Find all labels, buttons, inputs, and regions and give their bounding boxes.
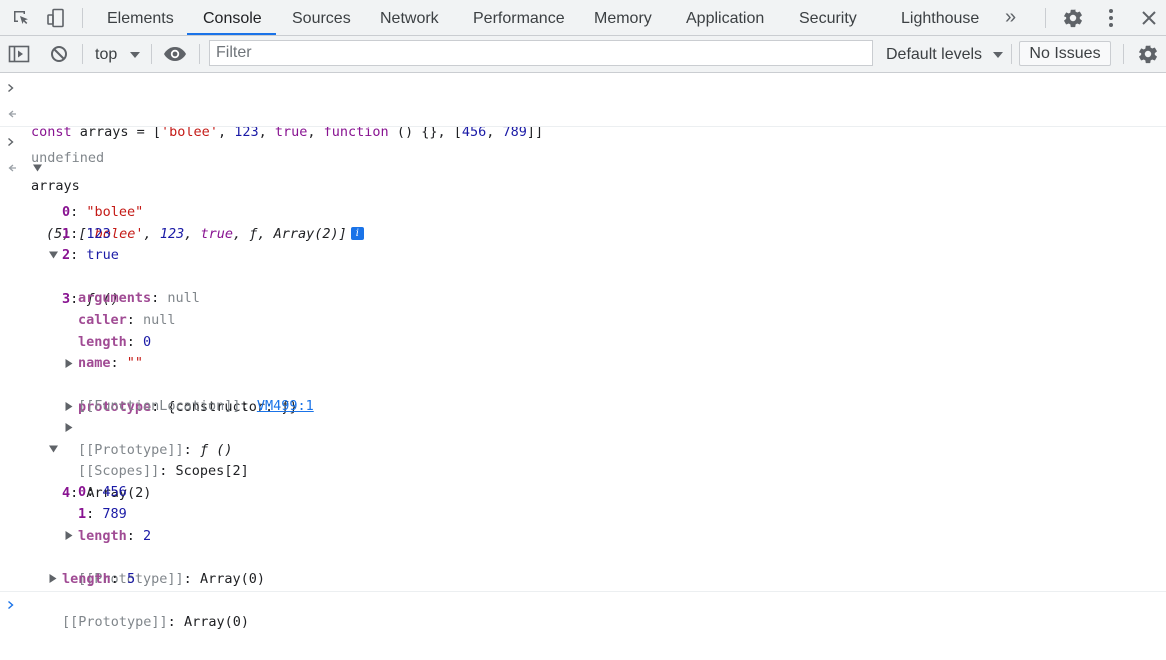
console-result-line: undefined bbox=[0, 103, 1166, 166]
tab-network[interactable]: Network bbox=[380, 0, 439, 35]
subarray-length: length: 2 bbox=[78, 528, 152, 544]
toolbar-separator-2 bbox=[151, 44, 152, 64]
filter-input[interactable] bbox=[209, 40, 873, 66]
tab-separator-right bbox=[1045, 8, 1046, 28]
prompt-chevron-icon bbox=[7, 77, 23, 99]
log-levels-dropdown[interactable]: Default levels bbox=[886, 36, 1003, 72]
line-divider bbox=[0, 591, 1166, 592]
subarray-item-1: 1: 789 bbox=[78, 506, 127, 522]
collapse-triangle-icon[interactable] bbox=[47, 244, 59, 266]
console-input-line: const arrays = ['bolee', 123, true, func… bbox=[0, 77, 1166, 140]
tab-memory[interactable]: Memory bbox=[594, 0, 652, 35]
context-label: top bbox=[95, 46, 118, 63]
expand-triangle-icon[interactable] bbox=[63, 395, 75, 417]
array-item-4[interactable]: 4: Array(2) bbox=[0, 438, 1166, 501]
expand-triangle-icon[interactable] bbox=[63, 416, 75, 438]
console-output[interactable]: const arrays = ['bolee', 123, true, func… bbox=[0, 73, 1166, 636]
function-internal-prototype[interactable]: [[Prototype]]: ƒ () bbox=[0, 395, 1166, 458]
issues-button[interactable]: No Issues bbox=[1019, 41, 1111, 66]
expand-triangle-icon[interactable] bbox=[47, 567, 59, 589]
context-selector[interactable]: top bbox=[95, 36, 140, 72]
dropdown-caret-icon bbox=[129, 52, 140, 58]
function-prop-name: name: "" bbox=[78, 355, 144, 371]
expand-triangle-icon[interactable] bbox=[63, 524, 75, 546]
array-item-3[interactable]: 3: ƒ () bbox=[0, 244, 1166, 307]
log-levels-label: Default levels bbox=[886, 46, 983, 63]
tab-console[interactable]: Console bbox=[203, 0, 262, 35]
array-item-0: 0: "bolee" bbox=[62, 204, 144, 220]
array-item-2: 2: true bbox=[62, 247, 119, 263]
array-summary-line[interactable]: (5) ['bolee', 123, true, ƒ, Array(2)] i bbox=[0, 157, 1166, 242]
devtools-tab-bar: Elements Console Sources Network Perform… bbox=[0, 0, 1166, 36]
tab-performance[interactable]: Performance bbox=[473, 0, 565, 35]
tab-application[interactable]: Application bbox=[686, 0, 764, 35]
toolbar-separator-3 bbox=[199, 44, 200, 64]
array-item-1: 1: 123 bbox=[62, 226, 111, 242]
eye-icon[interactable] bbox=[162, 36, 188, 72]
tab-separator bbox=[82, 8, 83, 28]
dropdown-caret-icon bbox=[992, 52, 1003, 58]
console-input-line: arrays bbox=[0, 131, 1166, 194]
prompt-chevron-icon bbox=[7, 131, 23, 153]
function-prop-length: length: 0 bbox=[78, 334, 152, 350]
line-divider bbox=[0, 126, 1166, 127]
tab-security[interactable]: Security bbox=[799, 0, 857, 35]
kebab-menu-icon[interactable] bbox=[1101, 0, 1121, 36]
clear-console-icon[interactable] bbox=[47, 36, 71, 72]
active-tab-indicator bbox=[187, 33, 276, 35]
more-tabs-icon[interactable]: » bbox=[1005, 0, 1016, 35]
result-arrow-icon bbox=[7, 157, 23, 179]
function-prop-arguments: arguments: null bbox=[78, 290, 200, 306]
collapse-triangle-icon[interactable] bbox=[47, 438, 59, 460]
array-length: length: 5 bbox=[62, 571, 136, 587]
close-icon[interactable] bbox=[1138, 0, 1160, 36]
array-prototype[interactable]: [[Prototype]]: Array(0) bbox=[0, 567, 1166, 630]
settings-gear-icon[interactable] bbox=[1061, 0, 1085, 36]
toolbar-separator bbox=[82, 44, 83, 64]
function-internal-scopes[interactable]: [[Scopes]]: Scopes[2] bbox=[0, 416, 1166, 479]
toolbar-separator-5 bbox=[1123, 44, 1124, 64]
sidebar-toggle-icon[interactable] bbox=[7, 36, 31, 72]
tab-lighthouse[interactable]: Lighthouse bbox=[901, 0, 979, 35]
function-prop-prototype[interactable]: prototype: {constructor: ƒ} bbox=[0, 352, 1166, 415]
inspect-element-icon[interactable] bbox=[8, 0, 34, 36]
console-toolbar: top Default levels No Issues bbox=[0, 36, 1166, 73]
console-settings-gear-icon[interactable] bbox=[1136, 36, 1160, 72]
function-prop-location: [[FunctionLocation]]: VM499:1 bbox=[78, 398, 314, 414]
tab-sources[interactable]: Sources bbox=[292, 0, 351, 35]
result-arrow-icon bbox=[7, 103, 23, 125]
expand-triangle-icon[interactable] bbox=[63, 352, 75, 374]
tab-elements[interactable]: Elements bbox=[107, 0, 174, 35]
prompt-chevron-icon bbox=[7, 594, 23, 616]
console-prompt[interactable] bbox=[0, 594, 1166, 616]
subarray-prototype[interactable]: [[Prototype]]: Array(0) bbox=[0, 524, 1166, 587]
collapse-triangle-icon[interactable] bbox=[31, 157, 43, 179]
function-prop-caller: caller: null bbox=[78, 312, 176, 328]
subarray-item-0: 0: 456 bbox=[78, 484, 127, 500]
toolbar-separator-4 bbox=[1011, 44, 1012, 64]
device-toolbar-icon[interactable] bbox=[44, 0, 68, 36]
